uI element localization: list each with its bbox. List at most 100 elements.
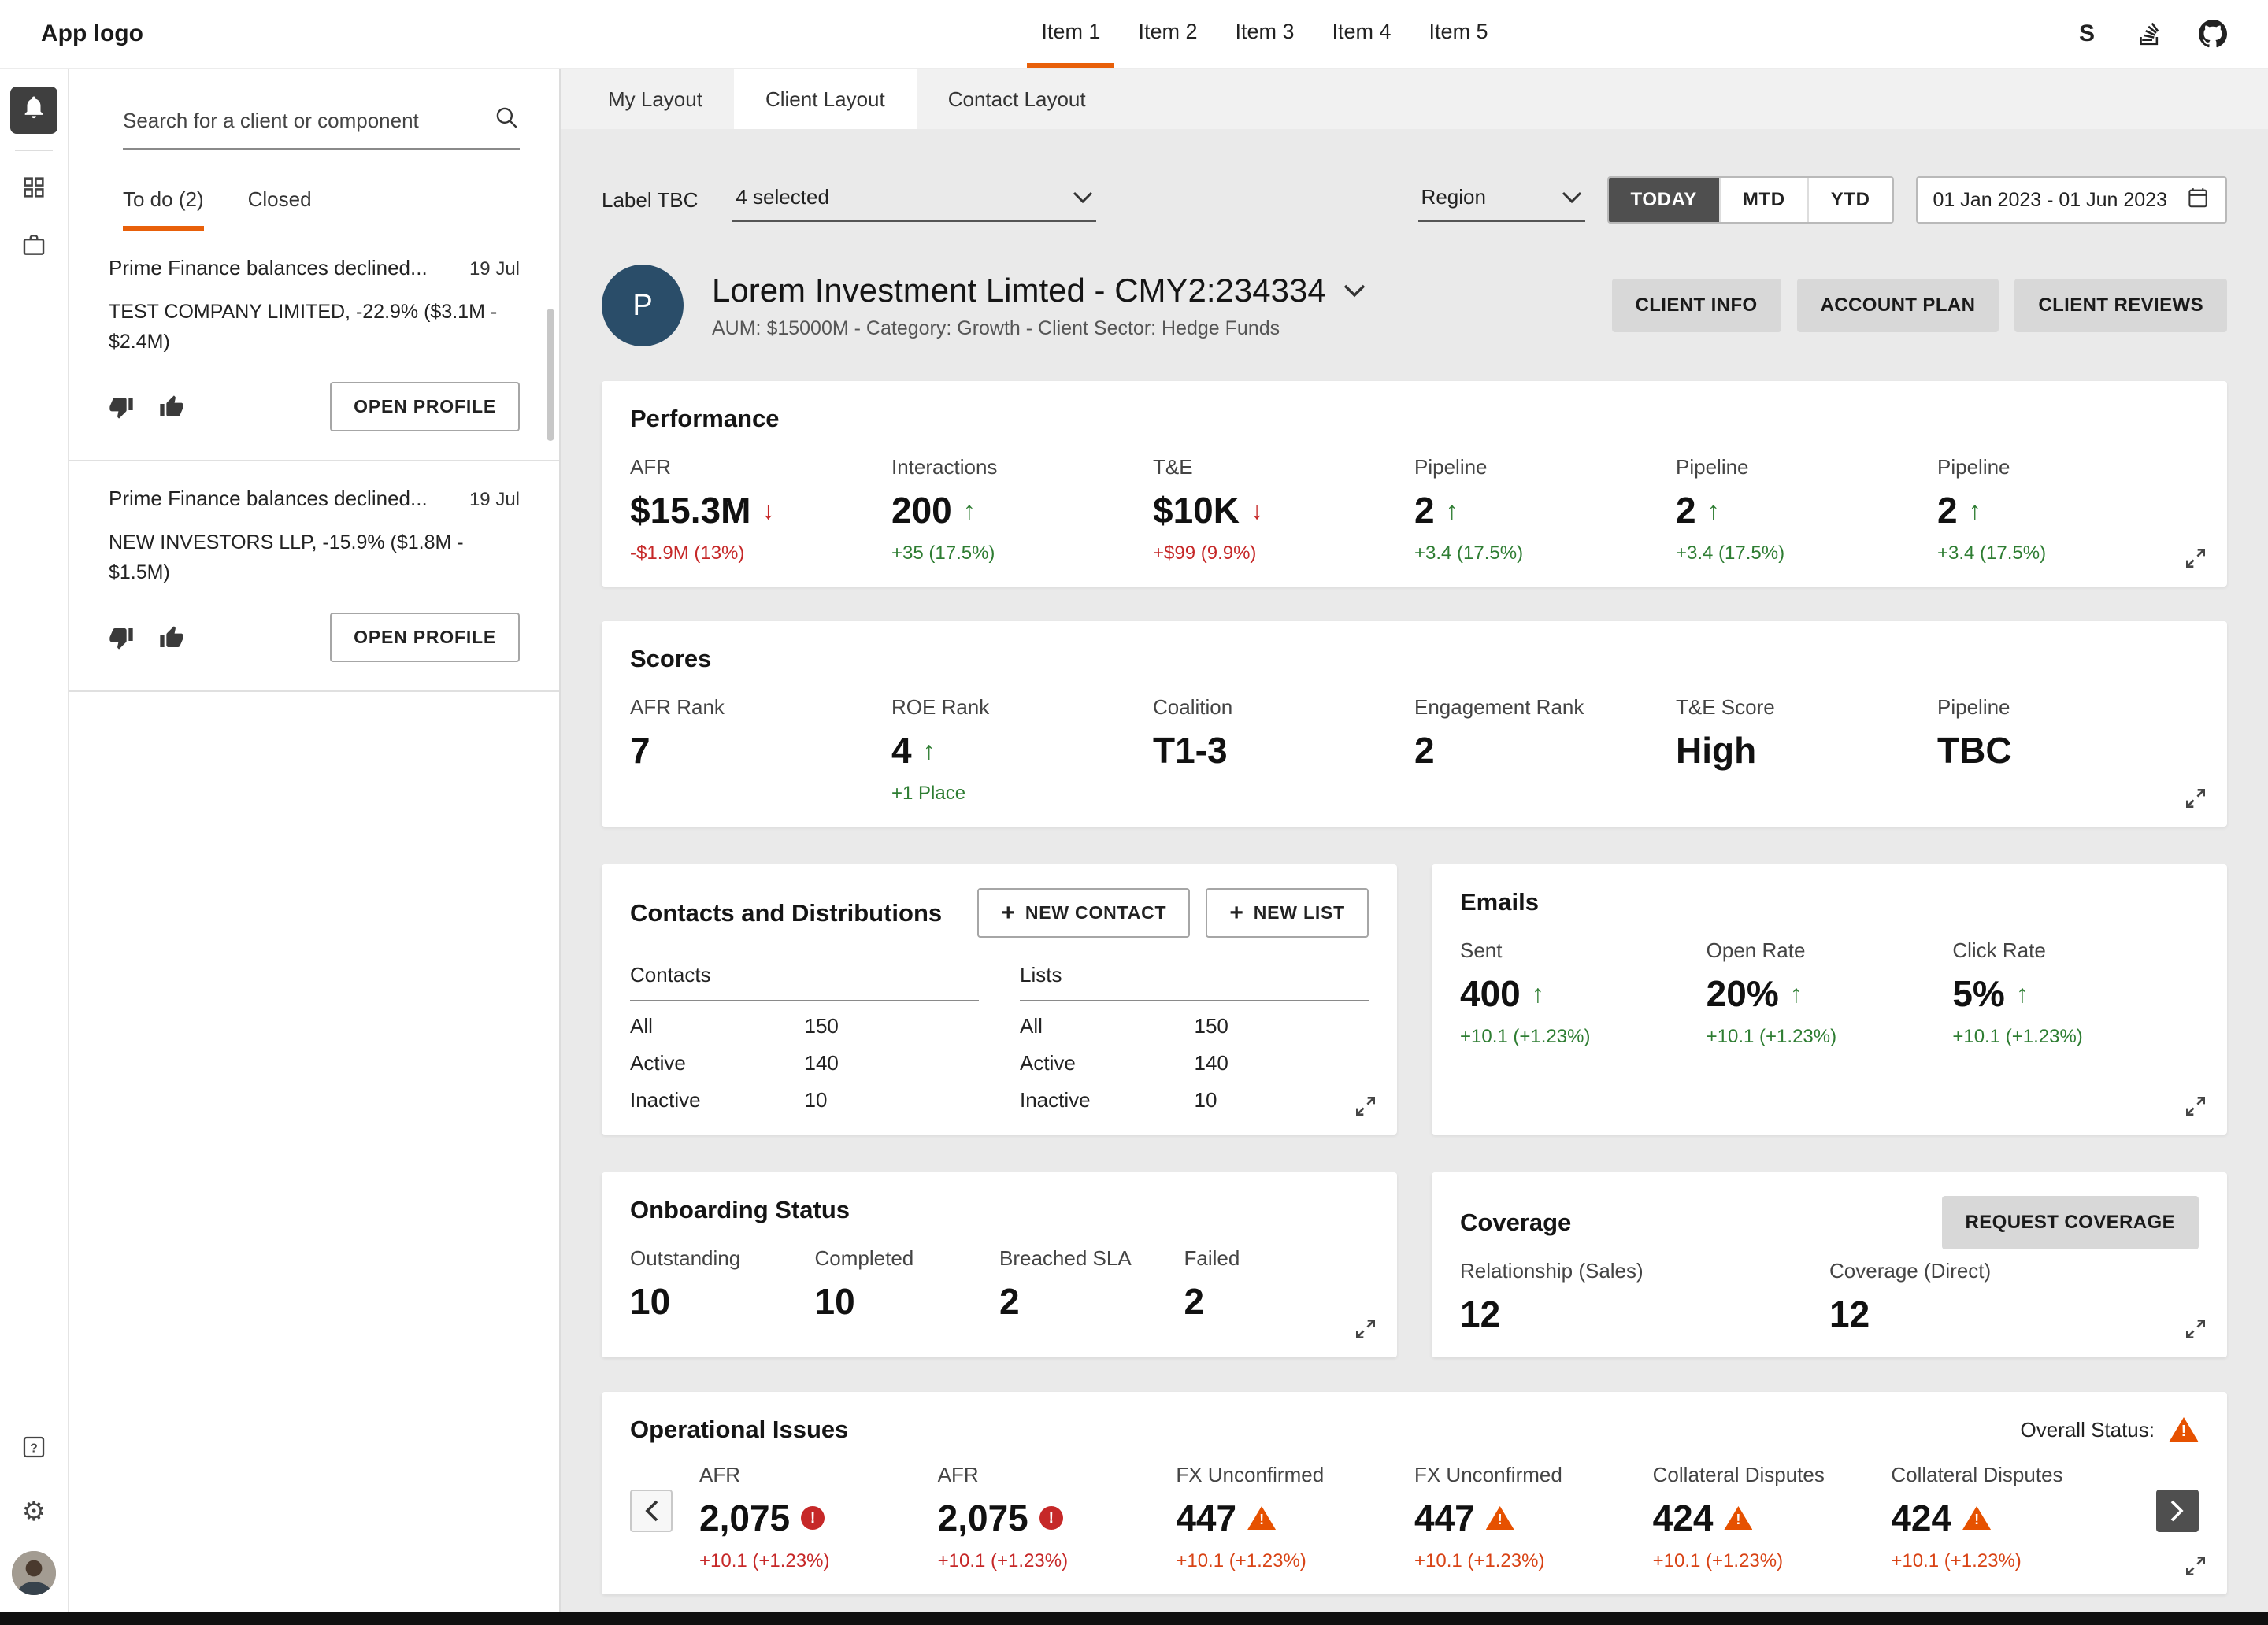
trend-arrow-icon: ↑ bbox=[1532, 979, 1544, 1009]
icon-rail: ? ⚙ bbox=[0, 69, 69, 1612]
nav-item-5[interactable]: Item 5 bbox=[1415, 0, 1503, 68]
nav-item-4[interactable]: Item 4 bbox=[1318, 0, 1406, 68]
nav-item-1[interactable]: Item 1 bbox=[1027, 0, 1114, 68]
new-list-button[interactable]: NEW LIST bbox=[1206, 888, 1369, 938]
app-logo: App logo bbox=[0, 0, 457, 68]
search-input[interactable] bbox=[123, 109, 480, 133]
expand-icon[interactable] bbox=[1353, 1094, 1378, 1119]
client-reviews-button[interactable]: CLIENT REVIEWS bbox=[2014, 279, 2227, 332]
metric-te-score: T&E Score High bbox=[1676, 695, 1937, 805]
period-ytd[interactable]: YTD bbox=[1809, 178, 1892, 222]
filter-right-group: Region TODAY MTD YTD 01 Jan 2023 - 01 Ju… bbox=[1418, 176, 2227, 224]
metric-pipeline-1: Pipeline 2↑ +3.4 (17.5%) bbox=[1414, 455, 1676, 564]
trend-arrow-icon: ↑ bbox=[2016, 979, 2029, 1009]
trend-arrow-icon: ↑ bbox=[963, 496, 976, 525]
client-header: P Lorem Investment Limted - CMY2:234334 … bbox=[602, 265, 2227, 346]
filter-label: Label TBC bbox=[602, 188, 698, 213]
period-mtd[interactable]: MTD bbox=[1721, 178, 1809, 222]
onboarding-status-card: Onboarding Status Outstanding 10 Complet… bbox=[602, 1172, 1397, 1357]
date-range-picker[interactable]: 01 Jan 2023 - 01 Jun 2023 bbox=[1916, 176, 2227, 224]
warning-icon bbox=[1724, 1506, 1752, 1530]
nav-item-3[interactable]: Item 3 bbox=[1221, 0, 1308, 68]
region-value: Region bbox=[1421, 185, 1486, 209]
list-item: All150 bbox=[630, 1014, 979, 1038]
tab-contact-layout[interactable]: Contact Layout bbox=[917, 69, 1117, 129]
todo-card-title: Prime Finance balances declined... bbox=[109, 256, 428, 280]
expand-icon[interactable] bbox=[2183, 1316, 2208, 1342]
bottom-bar bbox=[0, 1612, 2268, 1625]
client-name: Lorem Investment Limted - CMY2:234334 bbox=[712, 272, 1326, 309]
tab-todo[interactable]: To do (2) bbox=[123, 187, 204, 231]
user-avatar[interactable] bbox=[10, 1549, 57, 1597]
metric-click-rate: Click Rate 5%↑ +10.1 (+1.23%) bbox=[1952, 938, 2199, 1048]
stackoverflow-icon[interactable] bbox=[2136, 20, 2164, 48]
chevron-down-icon bbox=[1562, 185, 1582, 209]
tab-closed[interactable]: Closed bbox=[248, 187, 312, 231]
expand-icon[interactable] bbox=[2183, 786, 2208, 811]
s-icon[interactable]: S bbox=[2073, 20, 2101, 48]
scrollbar-thumb[interactable] bbox=[547, 309, 554, 441]
expand-icon[interactable] bbox=[1353, 1316, 1378, 1342]
metric-pipeline-2: Pipeline 2↑ +3.4 (17.5%) bbox=[1676, 455, 1937, 564]
thumb-up-icon[interactable] bbox=[159, 394, 184, 420]
metric-op-fx-1: FX Unconfirmed 447 +10.1 (+1.23%) bbox=[1176, 1463, 1414, 1572]
rail-item-settings[interactable]: ⚙ bbox=[10, 1488, 57, 1535]
avatar-photo bbox=[12, 1551, 56, 1595]
rail-item-help[interactable]: ? bbox=[10, 1427, 57, 1474]
layout-tabs: My Layout Client Layout Contact Layout bbox=[561, 69, 2268, 129]
chevron-down-icon[interactable] bbox=[1343, 276, 1366, 305]
card-title: Coverage bbox=[1460, 1209, 1571, 1237]
calendar-icon bbox=[2186, 186, 2210, 215]
filter-row: Label TBC 4 selected Region TODAY MTD bbox=[602, 176, 2227, 224]
expand-icon[interactable] bbox=[2183, 546, 2208, 571]
metric-breached-sla: Breached SLA 2 bbox=[999, 1246, 1184, 1323]
todo-card-title: Prime Finance balances declined... bbox=[109, 487, 428, 511]
rail-item-apps[interactable] bbox=[10, 167, 57, 214]
tab-client-layout[interactable]: Client Layout bbox=[734, 69, 917, 129]
rail-item-work[interactable] bbox=[10, 225, 57, 272]
expand-icon[interactable] bbox=[2183, 1553, 2208, 1579]
topbar: App logo Item 1 Item 2 Item 3 Item 4 Ite… bbox=[0, 0, 2268, 69]
metric-afr: AFR $15.3M↓ -$1.9M (13%) bbox=[630, 455, 891, 564]
warning-icon bbox=[1962, 1506, 1991, 1530]
metric-completed: Completed 10 bbox=[815, 1246, 1000, 1323]
region-select[interactable]: Region bbox=[1418, 179, 1585, 222]
main-panel: My Layout Client Layout Contact Layout L… bbox=[561, 69, 2268, 1612]
list-item: Inactive10 bbox=[630, 1088, 979, 1112]
tab-my-layout[interactable]: My Layout bbox=[576, 69, 734, 129]
rail-item-notifications[interactable] bbox=[10, 87, 57, 134]
label-multiselect[interactable]: 4 selected bbox=[732, 179, 1096, 222]
card-title: Performance bbox=[630, 405, 2199, 433]
thumb-down-icon[interactable] bbox=[109, 394, 134, 420]
github-icon[interactable] bbox=[2199, 20, 2227, 48]
client-info-button[interactable]: CLIENT INFO bbox=[1612, 279, 1781, 332]
contacts-group: Contacts All150 Active140 Inactive10 bbox=[630, 963, 979, 1112]
account-plan-button[interactable]: ACCOUNT PLAN bbox=[1797, 279, 1999, 332]
open-profile-button[interactable]: OPEN PROFILE bbox=[330, 613, 520, 662]
new-contact-button[interactable]: NEW CONTACT bbox=[977, 888, 1190, 938]
briefcase-icon bbox=[20, 232, 47, 265]
nav-item-2[interactable]: Item 2 bbox=[1124, 0, 1211, 68]
trend-arrow-icon: ↓ bbox=[762, 496, 774, 525]
prev-button[interactable] bbox=[630, 1490, 673, 1532]
card-title: Emails bbox=[1460, 888, 2199, 916]
thumb-up-icon[interactable] bbox=[159, 625, 184, 650]
metric-op-collateral-2: Collateral Disputes 424 +10.1 (+1.23%) bbox=[1891, 1463, 2129, 1572]
next-button[interactable] bbox=[2156, 1490, 2199, 1532]
open-profile-button[interactable]: OPEN PROFILE bbox=[330, 382, 520, 431]
expand-icon[interactable] bbox=[2183, 1094, 2208, 1119]
sidebar-tabs: To do (2) Closed bbox=[123, 187, 520, 231]
rail-divider bbox=[15, 150, 53, 151]
trend-arrow-icon: ↑ bbox=[1969, 496, 1981, 525]
thumb-down-icon[interactable] bbox=[109, 625, 134, 650]
trend-arrow-icon: ↑ bbox=[1446, 496, 1458, 525]
emails-card: Emails Sent 400↑ +10.1 (+1.23%) Open Rat… bbox=[1432, 864, 2227, 1135]
trend-arrow-icon: ↑ bbox=[923, 736, 936, 765]
search-icon[interactable] bbox=[493, 104, 520, 137]
period-today[interactable]: TODAY bbox=[1609, 178, 1721, 222]
cards-row-2: Onboarding Status Outstanding 10 Complet… bbox=[602, 1172, 2227, 1357]
metric-open-rate: Open Rate 20%↑ +10.1 (+1.23%) bbox=[1707, 938, 1953, 1048]
trend-arrow-icon: ↑ bbox=[1790, 979, 1803, 1009]
request-coverage-button[interactable]: REQUEST COVERAGE bbox=[1942, 1196, 2199, 1249]
list-item: All150 bbox=[1020, 1014, 1369, 1038]
